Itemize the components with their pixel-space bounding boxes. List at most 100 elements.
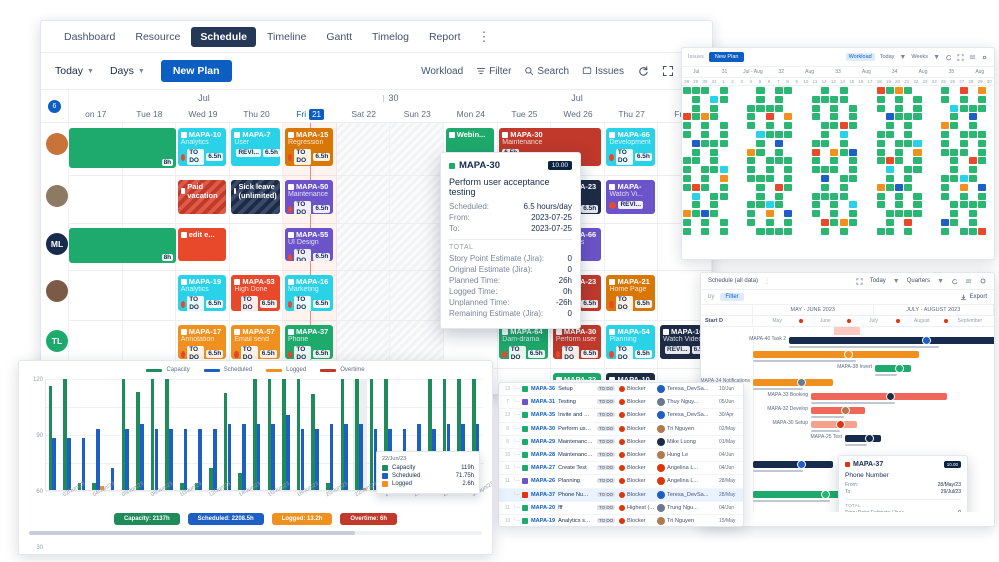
workload-cell[interactable] (812, 149, 820, 156)
tab-resource[interactable]: Resource (126, 27, 189, 47)
task-card[interactable]: MAPA-30Perform userTO DO6.5h (553, 325, 601, 359)
task-card[interactable]: MAPA-50MaintenanceTO DO6.5h (285, 180, 333, 214)
workload-cell[interactable] (913, 201, 921, 208)
workload-cell[interactable] (960, 193, 968, 200)
workload-cell[interactable] (692, 157, 700, 164)
workload-cell[interactable] (830, 157, 838, 164)
gear-icon[interactable] (979, 277, 987, 285)
day-header-10[interactable]: Thu 27 (605, 106, 659, 122)
workload-cell[interactable] (812, 157, 820, 164)
workload-cell[interactable] (683, 131, 691, 138)
workload-cell[interactable] (784, 184, 792, 191)
workload-cell[interactable] (692, 201, 700, 208)
workload-cell[interactable] (950, 113, 958, 120)
gantt-bar[interactable] (753, 351, 919, 358)
workload-cell[interactable] (840, 87, 848, 94)
workload-cell[interactable] (720, 87, 728, 94)
workload-cell[interactable] (886, 175, 894, 182)
sliders-icon[interactable] (965, 278, 972, 285)
workload-cell[interactable] (747, 166, 755, 173)
table-row[interactable]: 10└─MAPA-28Maintenance and ...TO DOBlock… (499, 449, 743, 462)
chart-plot-area[interactable]: 0306090120 02/Jun/2304/Jun/2306/Jun/2308… (45, 379, 484, 491)
workload-cell[interactable] (978, 193, 986, 200)
day-header-7[interactable]: Mon 24 (444, 106, 498, 122)
issue-summary[interactable]: Maintenance and ... (558, 452, 593, 458)
workload-new-plan-button[interactable]: New Plan (709, 52, 745, 62)
issue-summary[interactable]: Phone Number (558, 492, 593, 498)
workload-cell[interactable] (913, 166, 921, 173)
chart-bar[interactable] (242, 424, 246, 490)
capacity-block[interactable]: 8h (69, 128, 176, 168)
workload-cell[interactable] (701, 140, 709, 147)
workload-cell[interactable] (978, 201, 986, 208)
workload-cell[interactable] (941, 193, 949, 200)
workload-cell[interactable] (784, 113, 792, 120)
tree-toggle-icon[interactable]: └─ (513, 439, 522, 445)
workload-cell[interactable] (840, 140, 848, 147)
workload-cell[interactable] (692, 140, 700, 147)
search-button[interactable]: Search (524, 66, 569, 77)
day-header-9[interactable]: Wed 26 (551, 106, 605, 122)
table-row[interactable]: 13└─MAPA-36SetupTO DOBlockerTeresa_DevSa… (499, 383, 743, 396)
workload-cell[interactable] (904, 122, 912, 129)
workload-cell[interactable] (840, 184, 848, 191)
gantt-today-label[interactable]: Today (870, 278, 886, 284)
workload-cell[interactable] (904, 210, 912, 217)
tree-toggle-icon[interactable]: └─ (513, 452, 522, 458)
chart-bar[interactable] (271, 424, 275, 490)
workload-cell[interactable] (886, 166, 894, 173)
workload-cell[interactable] (784, 228, 792, 235)
gantt-quarters-label[interactable]: Quarters (907, 278, 930, 284)
legend-item[interactable]: Scheduled (204, 367, 252, 373)
workload-cell[interactable] (766, 113, 774, 120)
table-row[interactable]: 8└─MAPA-30Perform user acc...TO DOBlocke… (499, 423, 743, 436)
workload-cell[interactable] (960, 175, 968, 182)
workload-cell[interactable] (747, 219, 755, 226)
workload-cell[interactable] (960, 140, 968, 147)
workload-cell[interactable] (756, 96, 764, 103)
workload-cell[interactable] (710, 201, 718, 208)
table-row[interactable]: 11└─MAPA-20fffTO DOHighest (...Trung Ngu… (499, 502, 743, 515)
workload-cell[interactable] (904, 219, 912, 226)
gantt-assignee-avatar[interactable] (886, 392, 895, 401)
chart-bar[interactable] (330, 424, 334, 490)
workload-cell[interactable] (821, 87, 829, 94)
workload-cell[interactable] (978, 96, 986, 103)
task-card[interactable]: MAPA-22Feature pageTO DO6.5h (553, 373, 601, 380)
workload-cell[interactable] (849, 201, 857, 208)
gantt-assignee-avatar[interactable] (865, 434, 874, 443)
workload-cell[interactable] (950, 157, 958, 164)
workload-cell[interactable] (941, 175, 949, 182)
issue-summary[interactable]: Analytics setup (558, 518, 593, 524)
workload-cell[interactable] (913, 210, 921, 217)
table-row[interactable]: 11└─MAPA-26PlanningTO DOBlockerAngelina … (499, 475, 743, 488)
workload-cell[interactable] (683, 157, 691, 164)
workload-cell[interactable] (840, 96, 848, 103)
workload-cell[interactable] (692, 193, 700, 200)
issues-button[interactable]: Issues (582, 66, 624, 77)
workload-cell[interactable] (692, 210, 700, 217)
issue-assignee[interactable]: Trung Ngu... (657, 504, 719, 512)
gantt-bar[interactable]: MAPA-30 Setup (811, 421, 857, 428)
workload-cell[interactable] (756, 131, 764, 138)
task-card[interactable]: MAPA-Watch Vi...REVI... (606, 180, 654, 214)
issue-summary[interactable]: fff (558, 505, 593, 511)
workload-cell[interactable] (720, 166, 728, 173)
task-card[interactable]: MAPA-57Email sendTO DO6.5h (231, 325, 279, 359)
workload-cell[interactable] (904, 113, 912, 120)
issue-key[interactable]: MAPA-37 (531, 492, 555, 498)
workload-cell[interactable] (941, 219, 949, 226)
issue-summary[interactable]: Setup (558, 386, 593, 392)
workload-cell[interactable] (877, 131, 885, 138)
issue-assignee[interactable]: Teresa_DevSa... (657, 491, 719, 499)
workload-cell[interactable] (784, 157, 792, 164)
chart-bar[interactable] (301, 429, 305, 490)
workload-cell[interactable] (747, 201, 755, 208)
tree-toggle-icon[interactable]: └─ (513, 492, 522, 498)
workload-cell[interactable] (775, 201, 783, 208)
gantt-assignee-avatar[interactable] (841, 406, 850, 415)
issue-summary[interactable]: Testing (558, 399, 593, 405)
gantt-bar[interactable] (753, 461, 833, 468)
workload-cell[interactable] (969, 210, 977, 217)
workload-cell[interactable] (913, 149, 921, 156)
